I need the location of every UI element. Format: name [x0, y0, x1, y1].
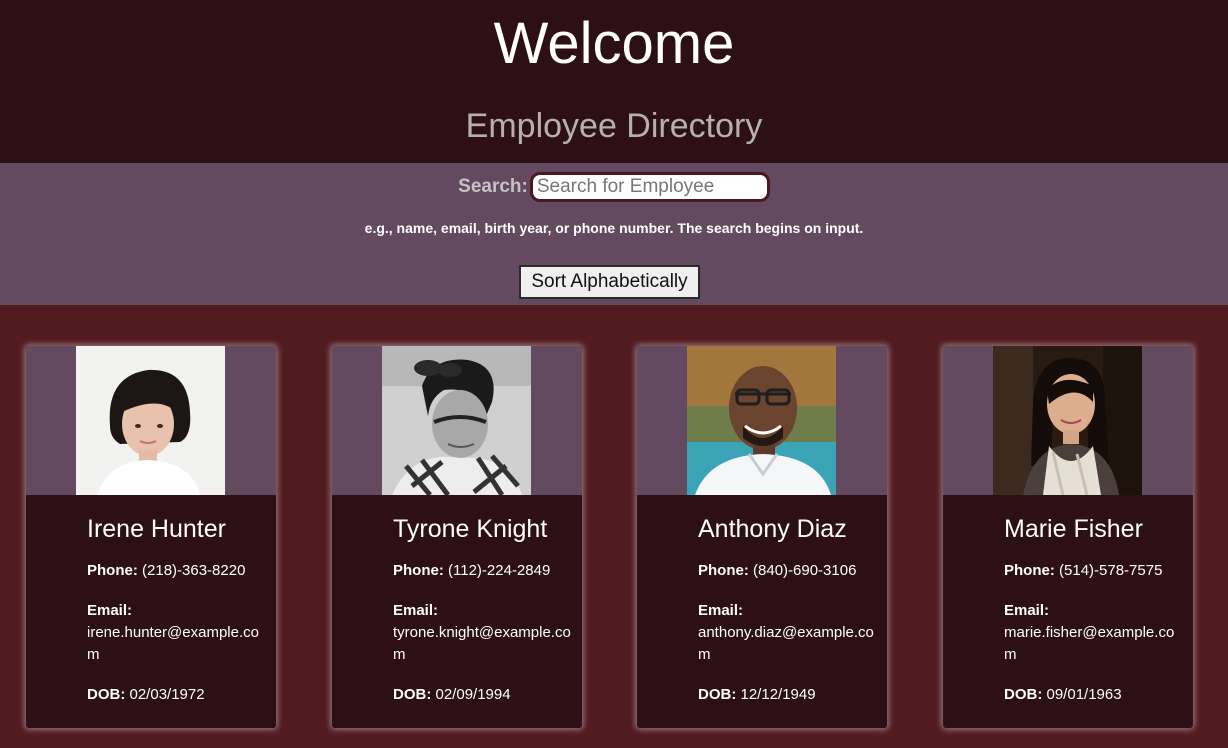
employee-photo [993, 346, 1142, 495]
dob-value: 09/01/1963 [1046, 686, 1122, 703]
employee-dob: DOB: 02/03/1972 [87, 684, 267, 706]
employee-email: Email: irene.hunter@example.com [87, 600, 267, 666]
employee-photo [687, 346, 836, 495]
employee-email: Email: marie.fisher@example.com [1004, 600, 1184, 666]
employee-card: Anthony Diaz Phone: (840)-690-3106 Email… [637, 346, 887, 728]
employee-card: Tyrone Knight Phone: (112)-224-2849 Emai… [332, 346, 582, 728]
page-header: Welcome Employee Directory [0, 0, 1228, 163]
employee-card: Irene Hunter Phone: (218)-363-8220 Email… [26, 346, 276, 728]
employee-phone: Phone: (840)-690-3106 [698, 560, 878, 582]
dob-value: 02/09/1994 [435, 686, 511, 703]
employee-phone: Phone: (112)-224-2849 [393, 560, 573, 582]
phone-label: Phone: [1004, 562, 1055, 579]
employee-name: Irene Hunter [87, 515, 226, 543]
employee-photo [76, 346, 225, 495]
email-value: irene.hunter@example.com [87, 624, 259, 663]
page-subtitle: Employee Directory [465, 107, 763, 145]
sort-alphabetically-button[interactable]: Sort Alphabetically [519, 265, 700, 299]
employee-dob: DOB: 09/01/1963 [1004, 684, 1184, 706]
employee-dob: DOB: 12/12/1949 [698, 684, 878, 706]
employee-photo [382, 346, 531, 495]
page-title: Welcome [493, 11, 735, 76]
employee-phone: Phone: (514)-578-7575 [1004, 560, 1184, 582]
email-value: anthony.diaz@example.com [698, 624, 874, 663]
email-value: tyrone.knight@example.com [393, 624, 571, 663]
dob-label: DOB: [87, 686, 126, 703]
employee-name: Tyrone Knight [393, 515, 548, 543]
employee-name: Marie Fisher [1004, 515, 1143, 543]
phone-value: (514)-578-7575 [1059, 562, 1163, 579]
search-label: Search: [458, 176, 528, 197]
search-input[interactable] [529, 172, 770, 202]
employee-dob: DOB: 02/09/1994 [393, 684, 573, 706]
email-label: Email: [393, 602, 439, 619]
phone-value: (218)-363-8220 [142, 562, 246, 579]
dob-label: DOB: [393, 686, 432, 703]
dob-value: 02/03/1972 [129, 686, 205, 703]
employee-phone: Phone: (218)-363-8220 [87, 560, 267, 582]
employee-email: Email: tyrone.knight@example.com [393, 600, 573, 666]
phone-value: (840)-690-3106 [753, 562, 857, 579]
employee-card: Marie Fisher Phone: (514)-578-7575 Email… [943, 346, 1193, 728]
phone-value: (112)-224-2849 [448, 562, 551, 579]
employee-name: Anthony Diaz [698, 515, 847, 543]
email-value: marie.fisher@example.com [1004, 624, 1175, 663]
search-panel: Search: e.g., name, email, birth year, o… [0, 163, 1228, 305]
dob-label: DOB: [1004, 686, 1043, 703]
email-label: Email: [87, 602, 133, 619]
employee-email: Email: anthony.diaz@example.com [698, 600, 878, 666]
phone-label: Phone: [393, 562, 444, 579]
search-row: Search: [0, 168, 1228, 206]
dob-label: DOB: [698, 686, 737, 703]
dob-value: 12/12/1949 [740, 686, 816, 703]
email-label: Email: [1004, 602, 1050, 619]
search-hint: e.g., name, email, birth year, or phone … [364, 220, 864, 236]
phone-label: Phone: [698, 562, 749, 579]
phone-label: Phone: [87, 562, 138, 579]
email-label: Email: [698, 602, 744, 619]
